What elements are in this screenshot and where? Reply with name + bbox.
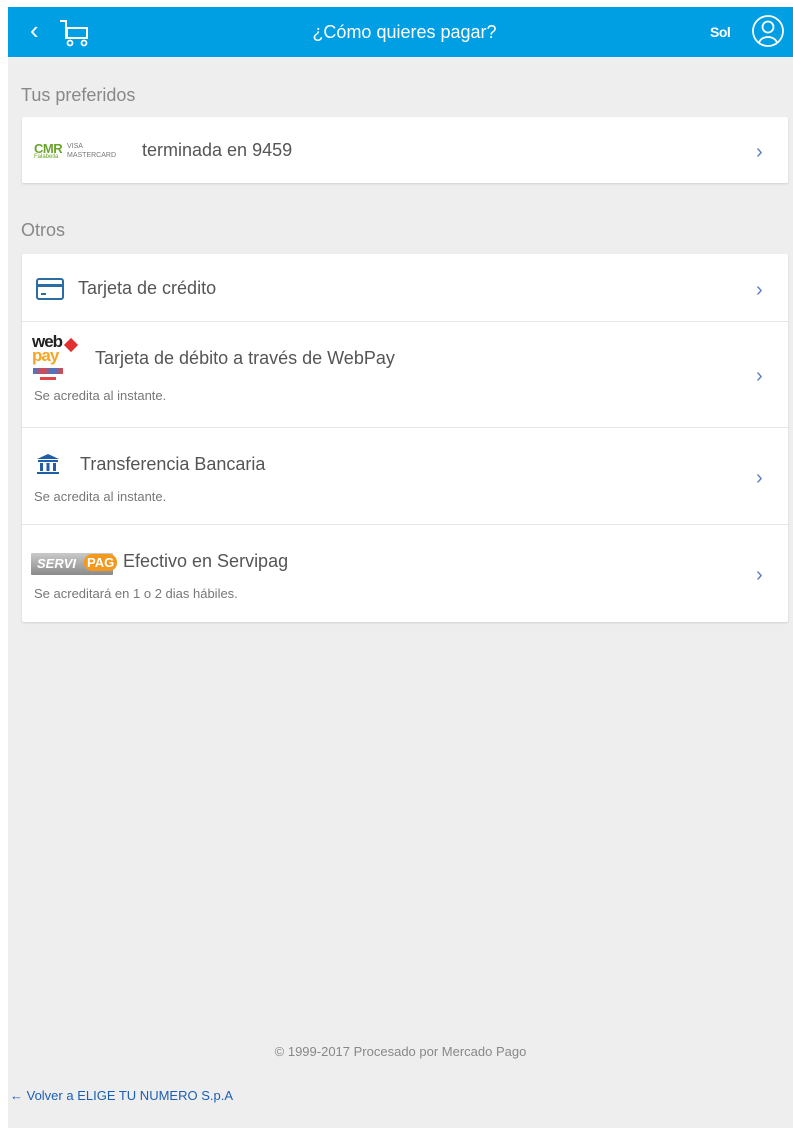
servipag-logo: SERVI PAG [31, 553, 118, 575]
cmr-card-logo: CMR Falabella VISA MASTERCARD [34, 141, 144, 163]
bank-transfer-sub: Se acredita al instante. [34, 489, 167, 504]
webpay-label: Tarjeta de débito a través de WebPay [95, 348, 395, 368]
preferred-card: CMR Falabella VISA MASTERCARD terminada … [22, 117, 788, 183]
payment-option-saved-card[interactable]: CMR Falabella VISA MASTERCARD terminada … [22, 117, 788, 183]
user-avatar-icon[interactable] [751, 13, 785, 49]
app-root: ‹ ¿Cómo quieres pagar? Sol Tus preferido… [8, 7, 793, 1128]
visa-logo-text: VISA [67, 143, 83, 150]
top-bar: ‹ ¿Cómo quieres pagar? Sol [8, 7, 793, 57]
user-name[interactable]: Sol [710, 7, 731, 57]
footer-copyright: © 1999-2017 Procesado por Mercado Pago [274, 1044, 527, 1059]
chevron-right-icon: › [756, 467, 763, 489]
falabella-logo-text: Falabella [34, 154, 59, 160]
webpay-logo: web pay [30, 332, 86, 384]
chevron-right-icon: › [756, 141, 763, 163]
credit-card-icon [36, 278, 64, 300]
chevron-right-icon: › [756, 279, 763, 301]
chevron-right-icon: › [756, 564, 763, 586]
payment-option-servipag[interactable]: SERVI PAG Efectivo en Servipag Se acredi… [22, 525, 788, 622]
chevron-right-icon: › [756, 365, 763, 387]
saved-card-label: terminada en 9459 [142, 140, 293, 160]
page-title: ¿Cómo quieres pagar? [312, 22, 497, 42]
servipag-logo-pag-text: PAG [84, 554, 118, 571]
others-card: Tarjeta de crédito › web pay Tarjeta de … [22, 254, 788, 622]
payment-option-bank-transfer[interactable]: Transferencia Bancaria Se acredita al in… [22, 428, 788, 525]
bank-transfer-label: Transferencia Bancaria [80, 454, 266, 474]
section-title-others: Otros [21, 220, 66, 240]
servipag-label: Efectivo en Servipag [123, 551, 289, 571]
payment-option-credit-card[interactable]: Tarjeta de crédito › [22, 254, 788, 322]
back-button[interactable]: ‹ [30, 13, 50, 47]
servipag-logo-servi-text: SERVI [37, 556, 77, 571]
mastercard-logo-text: MASTERCARD [67, 152, 117, 159]
section-title-preferred: Tus preferidos [21, 85, 136, 105]
payment-option-webpay[interactable]: web pay Tarjeta de débito a través de We… [22, 322, 788, 428]
cart-icon[interactable] [58, 18, 92, 48]
back-to-merchant-link[interactable]: ← Volver a ELIGE TU NUMERO S.p.A [10, 1088, 233, 1103]
bank-icon [37, 454, 59, 474]
webpay-logo-pay-text: pay [32, 346, 59, 365]
servipag-sub: Se acreditará en 1 o 2 dias hábiles. [34, 586, 238, 601]
credit-card-label: Tarjeta de crédito [78, 278, 217, 298]
webpay-sub: Se acredita al instante. [34, 388, 167, 403]
